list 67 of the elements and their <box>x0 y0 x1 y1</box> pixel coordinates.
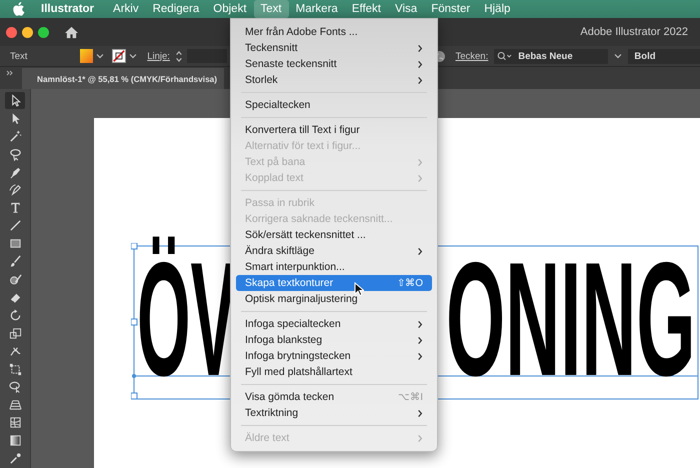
caret-icon[interactable] <box>129 53 138 59</box>
menu-item[interactable]: Smart interpunktion... <box>236 259 432 275</box>
scale-icon <box>8 326 22 340</box>
mesh-icon <box>8 416 22 430</box>
perspective-grid-icon <box>8 398 22 412</box>
menu-item[interactable]: Senaste teckensnitt <box>236 56 432 72</box>
stepper-icon[interactable] <box>174 50 183 62</box>
curvature-pen-icon <box>8 183 22 196</box>
warp-icon <box>8 344 22 358</box>
home-icon[interactable] <box>64 26 79 38</box>
fill-swatch[interactable] <box>80 49 94 63</box>
menu-item[interactable]: Teckensnitt <box>236 40 432 56</box>
headline-text: ONING <box>446 239 696 401</box>
character-label[interactable]: Tecken: <box>455 50 488 62</box>
search-icon <box>497 51 512 61</box>
app-menu[interactable]: Illustrator <box>41 3 94 15</box>
lasso-icon <box>8 148 22 161</box>
menu-bar-item[interactable]: Effekt <box>344 0 388 18</box>
menu-bar-item[interactable]: Objekt <box>206 0 254 18</box>
line-tool-icon <box>8 219 22 232</box>
caret-icon[interactable] <box>96 53 104 59</box>
menu-item[interactable]: Konvertera till Text i figur <box>236 122 432 138</box>
menu-bar-item[interactable]: Arkiv <box>106 0 146 18</box>
tool-button[interactable] <box>5 92 25 109</box>
document-tab[interactable]: Namnlöst-1* @ 55,81 % (CMYK/Förhandsvisa) <box>22 68 224 89</box>
menu-item[interactable]: Mer från Adobe Fonts ... <box>236 24 432 40</box>
magic-wand-icon <box>8 130 22 143</box>
menu-item[interactable]: Storlek <box>236 72 432 88</box>
expand-panel-icon[interactable] <box>6 70 14 76</box>
menu-item[interactable]: Skapa textkonturer ⇧⌘O <box>236 275 432 291</box>
menu-item[interactable]: Sök/ersätt teckensnittet ... <box>236 227 432 243</box>
menu-item[interactable]: Infoga specialtecken <box>236 316 432 332</box>
menu-item[interactable]: Infoga brytningstecken <box>236 348 432 364</box>
paintbrush-icon <box>8 255 22 268</box>
free-transform-icon <box>8 362 22 376</box>
font-style-field[interactable]: Bold <box>628 48 700 64</box>
stroke-swatch[interactable] <box>112 49 126 63</box>
pen-icon <box>8 166 22 179</box>
menu-bar-item[interactable]: Redigera <box>146 0 206 18</box>
caret-icon[interactable] <box>614 53 622 59</box>
window-title: Adobe Illustrator 2022 <box>580 26 688 38</box>
menu-item[interactable]: Ändra skiftläge <box>236 243 432 259</box>
headline-text: ÖV <box>137 239 236 401</box>
shaper-icon <box>8 273 22 286</box>
menu-item[interactable]: Infoga blanksteg <box>236 332 432 348</box>
menu-item[interactable]: Textriktning <box>236 405 432 421</box>
menu-bar-item[interactable]: Hjälp <box>477 0 518 18</box>
apple-logo-icon[interactable] <box>12 2 25 16</box>
rectangle-tool-icon <box>8 237 22 250</box>
menu-bar-item[interactable]: Visa <box>388 0 424 18</box>
gradient-icon <box>8 434 22 448</box>
shape-builder-icon <box>8 380 22 394</box>
stroke-label[interactable]: Linje: <box>147 50 170 62</box>
type-tool-icon <box>8 201 22 214</box>
eyedropper-icon <box>8 452 22 466</box>
menu-bar-item[interactable]: Fönster <box>424 0 478 18</box>
menu-item[interactable]: Visa gömda tecken ⌥⌘I <box>236 389 432 405</box>
menu-item[interactable]: Fyll med platshållartext <box>236 364 432 380</box>
selection-type-label: Text <box>10 50 28 62</box>
minimize-window-button[interactable] <box>22 26 33 38</box>
menu-item[interactable]: Specialtecken <box>236 97 432 113</box>
zoom-window-button[interactable] <box>38 26 49 38</box>
close-window-button[interactable] <box>6 26 17 38</box>
menu-item[interactable]: Optisk marginaljustering <box>236 291 432 307</box>
font-family-field[interactable]: Bebas Neue <box>494 48 608 64</box>
menu-bar-item[interactable]: Markera <box>288 0 345 18</box>
rotate-icon <box>8 308 22 322</box>
